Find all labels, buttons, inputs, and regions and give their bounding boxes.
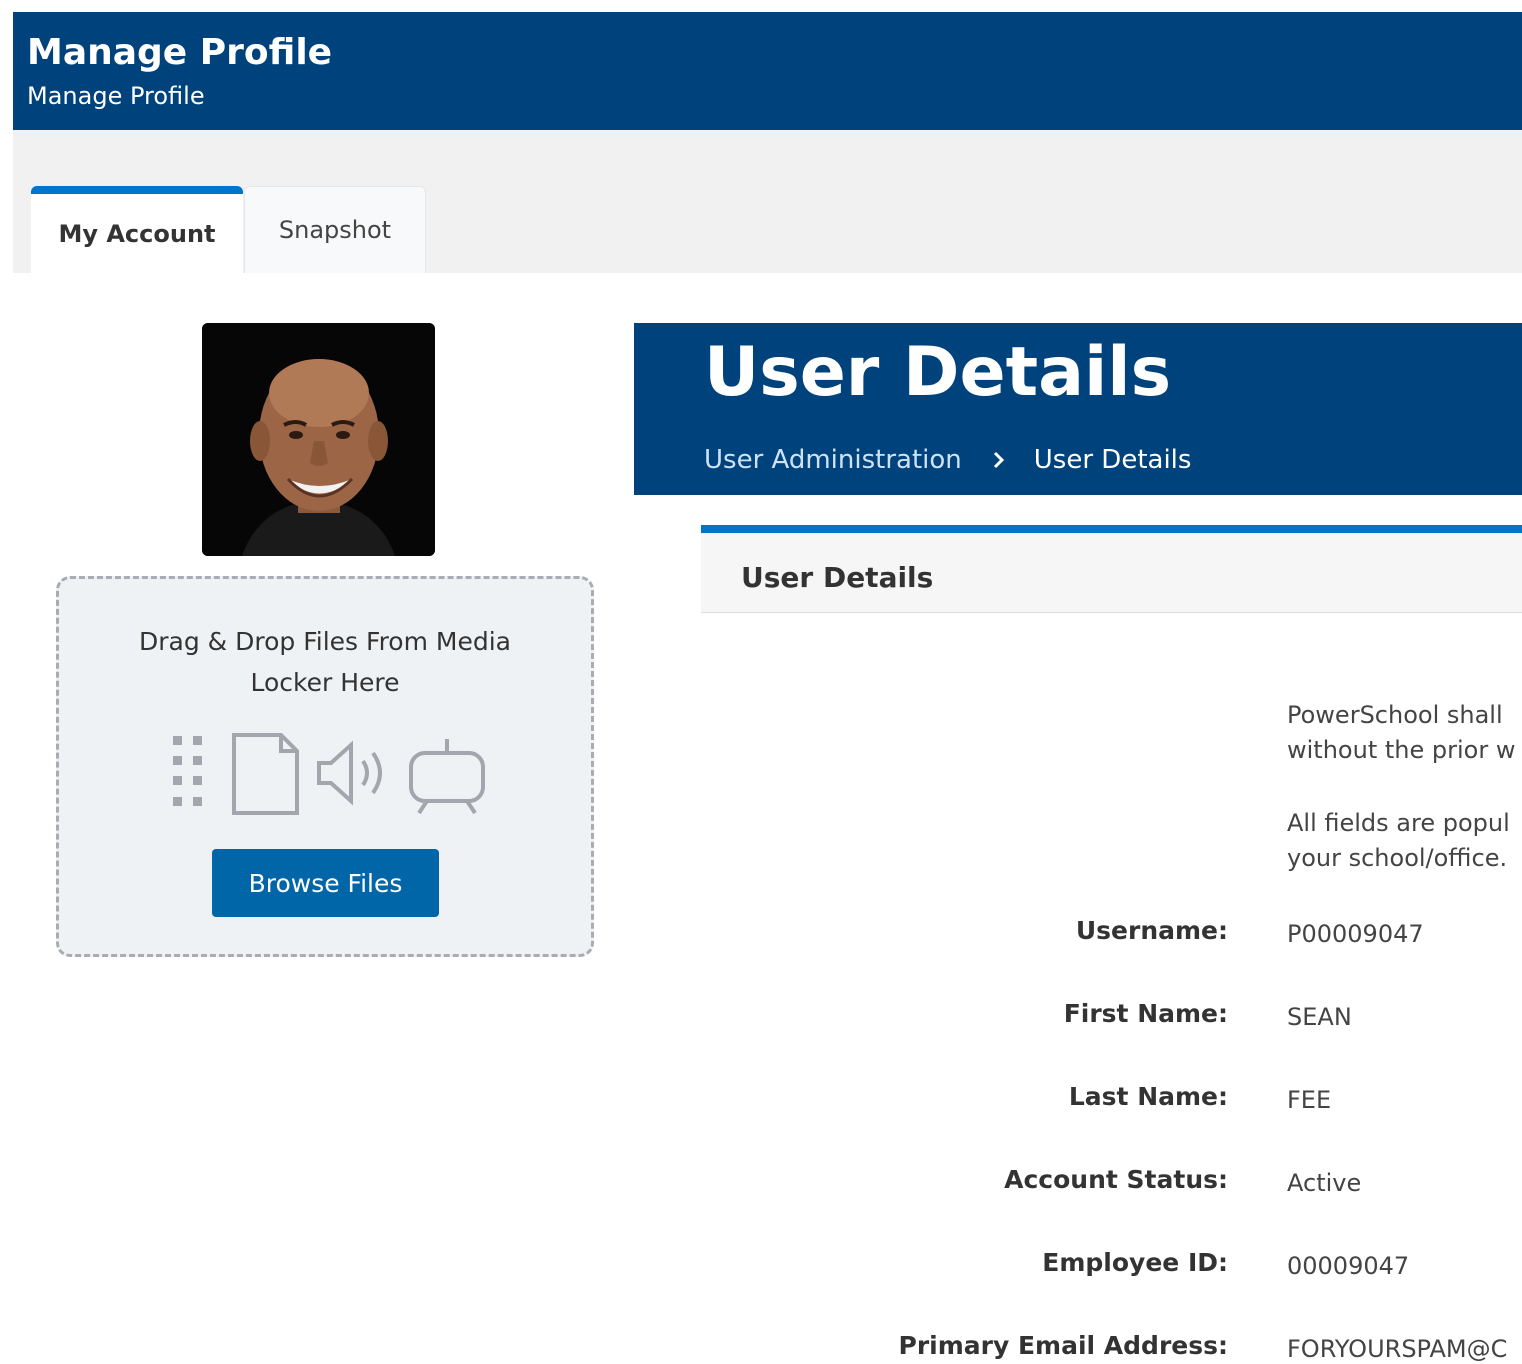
grid-icon [173,736,202,806]
employee-id-value: 00009047 [1287,1252,1410,1280]
media-dropzone[interactable]: Drag & Drop Files From Media Locker Here… [56,576,594,957]
intro-line: without the prior w [1287,736,1516,764]
first-name-label: First Name: [1063,999,1228,1028]
page-banner: User Details User Administration User De… [634,323,1522,495]
account-status-label: Account Status: [1004,1165,1228,1194]
username-label: Username: [1075,916,1228,945]
app-title: Manage Profile [27,32,333,73]
tab-bar: My Account Snapshot [13,130,1522,273]
last-name-label: Last Name: [1068,1082,1228,1111]
page-title: User Details [704,333,1172,412]
app-header: Manage Profile Manage Profile [13,12,1522,130]
account-status-value: Active [1287,1169,1362,1197]
username-value: P00009047 [1287,920,1424,948]
profile-photo-image [202,323,435,556]
primary-email-label: Primary Email Address: [898,1331,1229,1360]
profile-photo [202,323,435,556]
chevron-right-icon [993,451,1004,469]
intro-line: your school/office. [1287,844,1508,872]
intro-line: All fields are popul [1287,809,1510,837]
panel-title: User Details [741,561,934,594]
primary-email-value: FORYOURSPAM@C [1287,1335,1508,1363]
browse-files-button[interactable]: Browse Files [212,849,439,917]
first-name-value: SEAN [1287,1003,1352,1031]
tab-my-account[interactable]: My Account [31,186,243,273]
media-type-icons [173,733,485,815]
panel-header: User Details [701,525,1522,613]
tab-snapshot[interactable]: Snapshot [244,186,426,273]
last-name-value: FEE [1287,1086,1332,1114]
employee-id-label: Employee ID: [1042,1248,1228,1277]
document-icon [232,733,299,815]
breadcrumb-user-administration[interactable]: User Administration [704,445,962,475]
app-subtitle: Manage Profile [27,82,205,110]
dropzone-text: Drag & Drop Files From Media Locker Here [139,627,511,697]
audio-icon [317,740,382,806]
intro-line: PowerSchool shall [1287,701,1503,729]
video-icon [409,739,485,815]
breadcrumb-current: User Details [1033,445,1192,475]
breadcrumb: User Administration User Details [704,445,1191,475]
